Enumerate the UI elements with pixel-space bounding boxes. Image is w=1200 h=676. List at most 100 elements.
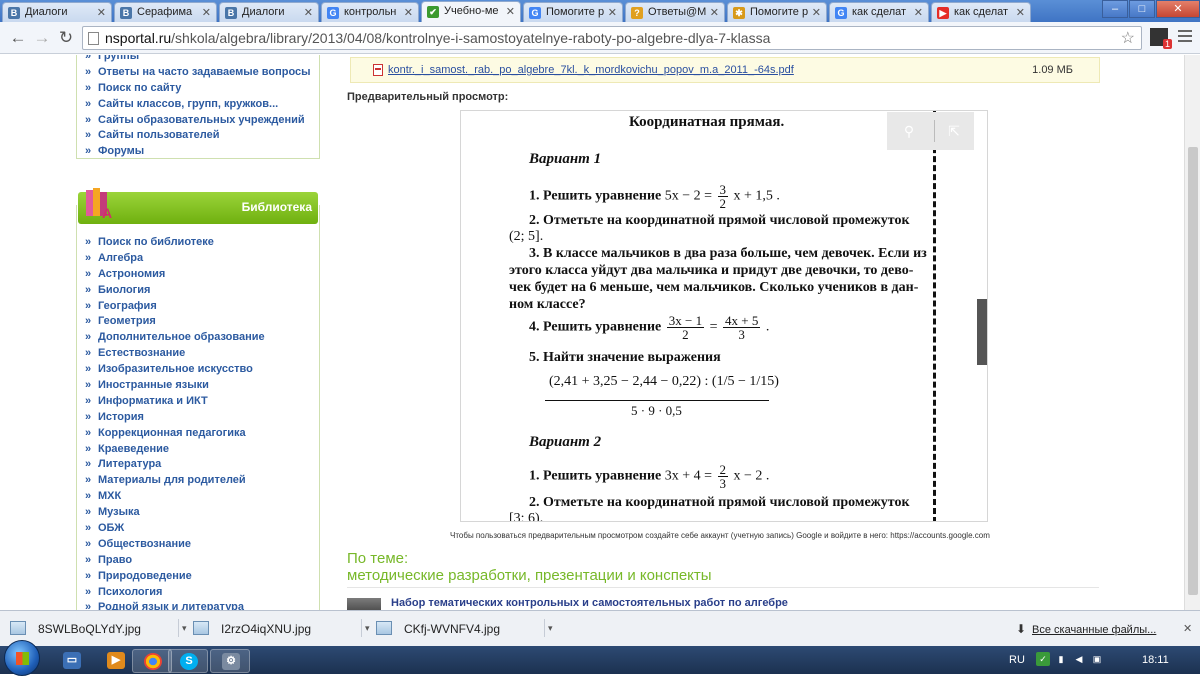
fraction-den: 3	[738, 327, 745, 342]
zoom-icon[interactable]: ⚲	[899, 121, 919, 141]
expression-numerator: (2,41 + 3,25 − 2,44 − 0,22) : (1/5 − 1/1…	[549, 374, 779, 389]
tab-close-icon[interactable]: ✕	[608, 6, 617, 19]
extension-icon[interactable]: 1	[1150, 28, 1172, 49]
download-item[interactable]: 8SWLBoQLYdY.jpg ▾	[4, 617, 187, 641]
skype-icon[interactable]: S	[168, 649, 208, 673]
download-item[interactable]: I2rzO4iqXNU.jpg ▾	[187, 617, 370, 641]
tab-close-icon[interactable]: ✕	[304, 6, 313, 19]
sidebar-nav-item[interactable]: » Сайты классов, групп, кружков...	[77, 97, 319, 113]
preview-scroll-thumb[interactable]	[977, 299, 987, 365]
close-icon[interactable]: ✕	[1183, 622, 1192, 635]
media-player-icon[interactable]: ▶	[96, 649, 136, 673]
browser-tab[interactable]: ✱ Помогите р ✕	[727, 2, 827, 22]
tab-close-icon[interactable]: ✕	[710, 6, 719, 19]
forward-arrow-icon[interactable]: →	[32, 28, 52, 48]
browser-tab-active[interactable]: ✔ Учебно-ме ✕	[421, 1, 521, 22]
library-item[interactable]: » Геометрия	[77, 314, 319, 330]
task-label: 2. Отметьте на координатной прямой число…	[529, 495, 910, 510]
library-item[interactable]: » Поиск по библиотеке	[77, 235, 319, 251]
browser-tab[interactable]: G как сделат ✕	[829, 2, 929, 22]
library-item[interactable]: » Информатика и ИКТ	[77, 394, 319, 410]
tab-close-icon[interactable]: ✕	[97, 6, 106, 19]
sidebar-nav-item[interactable]: » Ответы на часто задаваемые вопросы	[77, 65, 319, 81]
sidebar-nav-item[interactable]: » Сайты образовательных учреждений	[77, 113, 319, 129]
library-item[interactable]: » МХК	[77, 489, 319, 505]
library-item[interactable]: » Иностранные языки	[77, 378, 319, 394]
browser-tab[interactable]: В Диалоги ✕	[2, 2, 112, 22]
window-controls: – □ ✕	[1101, 0, 1200, 20]
bookmark-star-icon[interactable]: ☆	[1121, 28, 1135, 49]
library-item[interactable]: » История	[77, 410, 319, 426]
window-close-icon[interactable]: ✕	[1156, 0, 1200, 18]
all-downloads-link[interactable]: Все скачанные файлы...	[1032, 624, 1156, 636]
related-item[interactable]: Набор тематических контрольных и самосто…	[347, 587, 1099, 610]
download-shelf: 8SWLBoQLYdY.jpg ▾ I2rzO4iqXNU.jpg ▾ CKfj…	[0, 610, 1200, 646]
browser-tab[interactable]: G контрольн ✕	[321, 2, 419, 22]
sidebar-nav-item[interactable]: » Поиск по сайту	[77, 81, 319, 97]
library-item[interactable]: » Биология	[77, 283, 319, 299]
library-item[interactable]: » Психология	[77, 585, 319, 601]
library-item[interactable]: » Алгебра	[77, 251, 319, 267]
bullet-icon: »	[85, 251, 92, 264]
tab-close-icon[interactable]: ✕	[506, 5, 515, 18]
library-item[interactable]: » Литература	[77, 457, 319, 473]
chrome-icon[interactable]	[132, 649, 172, 673]
library-item[interactable]: » Право	[77, 553, 319, 569]
tab-close-icon[interactable]: ✕	[812, 6, 821, 19]
library-item[interactable]: » Коррекционная педагогика	[77, 426, 319, 442]
minimize-icon[interactable]: –	[1102, 0, 1128, 18]
tab-close-icon[interactable]: ✕	[1016, 6, 1025, 19]
fraction-num: 4x + 5	[722, 313, 761, 328]
browser-tab[interactable]: ? Ответы@М ✕	[625, 2, 725, 22]
related-item-link[interactable]: Набор тематических контрольных и самосто…	[391, 597, 788, 609]
explorer-icon[interactable]: ▭	[52, 649, 92, 673]
equation-left: 5x − 2 =	[664, 188, 713, 204]
language-indicator[interactable]: RU	[1009, 654, 1025, 666]
sidebar-nav-item[interactable]: » Форумы	[77, 144, 319, 160]
back-arrow-icon[interactable]: ←	[8, 28, 28, 48]
chevron-down-icon[interactable]: ▾	[544, 619, 554, 637]
library-item[interactable]: » География	[77, 299, 319, 315]
power-icon[interactable]: ▣	[1090, 652, 1104, 666]
browser-tab[interactable]: В Диалоги ✕	[219, 2, 319, 22]
clock[interactable]: 18:11	[1142, 654, 1169, 666]
check-icon[interactable]: ✓	[1036, 652, 1050, 666]
page-scrollbar[interactable]	[1184, 55, 1200, 610]
tab-close-icon[interactable]: ✕	[914, 6, 923, 19]
reload-icon[interactable]: ↻	[56, 28, 76, 48]
youtube-icon: ▶	[937, 7, 949, 19]
bullet-icon: »	[85, 490, 92, 503]
library-item[interactable]: » Музыка	[77, 505, 319, 521]
tab-close-icon[interactable]: ✕	[202, 6, 211, 19]
library-item[interactable]: » Астрономия	[77, 267, 319, 283]
open-external-icon[interactable]: ⇱	[944, 121, 964, 141]
tab-close-icon[interactable]: ✕	[404, 6, 413, 19]
browser-menu-icon[interactable]	[1178, 30, 1192, 44]
library-item[interactable]: » Естествознание	[77, 346, 319, 362]
library-item[interactable]: » Изобразительное искусство	[77, 362, 319, 378]
library-item[interactable]: » Краеведение	[77, 442, 319, 458]
library-item[interactable]: » Дополнительное образование	[77, 330, 319, 346]
library-item[interactable]: » Природоведение	[77, 569, 319, 585]
maximize-icon[interactable]: □	[1129, 0, 1155, 18]
start-button[interactable]	[4, 640, 40, 676]
page-scroll-thumb[interactable]	[1188, 147, 1198, 595]
tab-title: контрольн	[344, 6, 397, 18]
task-5: 5. Найти значение выражения	[529, 350, 721, 366]
sidebar-nav-item[interactable]: » Группы	[77, 55, 319, 65]
document-preview[interactable]: Координатная прямая. Вариант 1 1. Решить…	[460, 110, 988, 522]
address-bar[interactable]: nsportal.ru/shkola/algebra/library/2013/…	[82, 26, 1142, 50]
browser-tab[interactable]: В Серафима ✕	[114, 2, 217, 22]
library-item[interactable]: » Обществознание	[77, 537, 319, 553]
browser-tab[interactable]: G Помогите р ✕	[523, 2, 623, 22]
signal-icon[interactable]: ▮	[1054, 652, 1068, 666]
browser-tab[interactable]: ▶ как сделат ✕	[931, 2, 1031, 22]
file-link[interactable]: kontr._i_samost._rab._po_algebre_7kl._k_…	[388, 64, 794, 76]
sidebar-nav-item[interactable]: » Сайты пользователей	[77, 128, 319, 144]
library-item[interactable]: » ОБЖ	[77, 521, 319, 537]
volume-icon[interactable]: ◀	[1072, 652, 1086, 666]
library-item[interactable]: » Материалы для родителей	[77, 473, 319, 489]
network-icon[interactable]: ⚙	[210, 649, 250, 673]
download-item[interactable]: CKfj-WVNFV4.jpg ▾	[370, 617, 553, 641]
library-item[interactable]: » Родной язык и литература	[77, 600, 319, 610]
